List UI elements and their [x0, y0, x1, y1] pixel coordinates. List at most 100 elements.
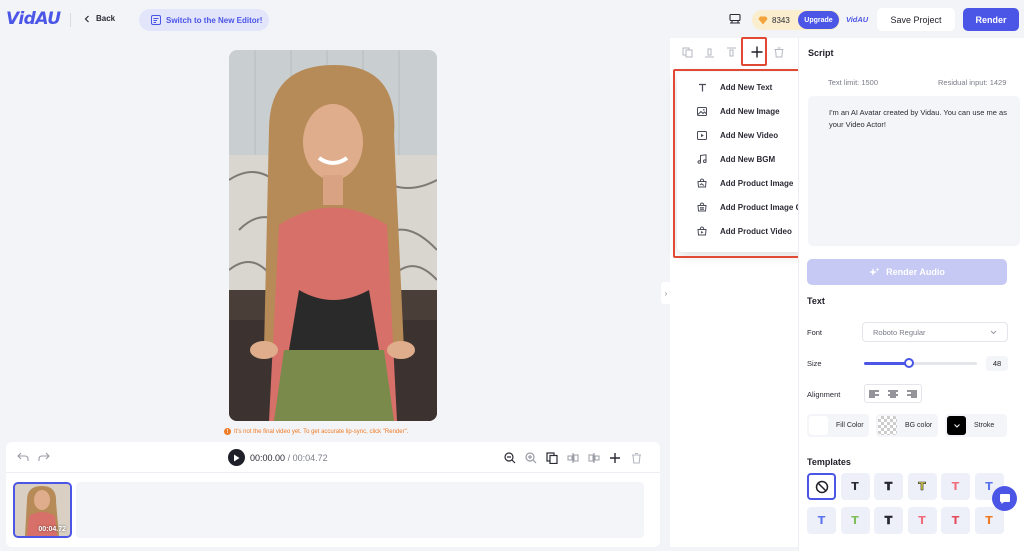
clip-duration: 00:04.72 — [38, 526, 66, 533]
switch-editor-button[interactable]: Switch to the New Editor! — [139, 9, 269, 31]
template-option[interactable]: T — [807, 507, 836, 534]
timeline-clip[interactable]: 00:04.72 — [13, 482, 72, 538]
diamond-icon — [758, 16, 768, 25]
split-right-icon[interactable] — [587, 451, 601, 465]
avatar-video-frame — [229, 50, 437, 421]
timeline-toolbar — [503, 451, 643, 465]
chevron-down-icon — [990, 330, 997, 335]
stroke-button[interactable]: Stroke — [945, 414, 1007, 437]
plan-badge: VidAU — [846, 15, 869, 24]
no-template-icon — [815, 480, 828, 493]
alignment-group — [864, 384, 922, 403]
credits-count: 8343 — [772, 15, 790, 25]
new-editor-icon — [151, 15, 161, 25]
fill-color-swatch — [809, 416, 828, 435]
stroke-swatch — [947, 416, 966, 435]
switch-editor-label: Switch to the New Editor! — [166, 15, 263, 25]
projects-icon[interactable] — [729, 13, 741, 25]
trash-icon[interactable] — [629, 451, 643, 465]
timeline-track[interactable] — [76, 482, 644, 538]
upgrade-button[interactable]: Upgrade — [798, 11, 839, 29]
save-project-button[interactable]: Save Project — [877, 8, 955, 31]
font-select[interactable]: Roboto Regular — [862, 322, 1008, 342]
sparkle-icon — [869, 267, 880, 278]
layer-toolbar — [680, 45, 786, 59]
redo-icon[interactable] — [38, 452, 50, 462]
template-glyph: T — [884, 480, 893, 494]
size-label: Size — [807, 359, 822, 368]
residual-input: Residual input: 1429 — [938, 78, 1007, 87]
template-glyph: T — [951, 514, 960, 527]
templates-title: Templates — [807, 457, 851, 467]
stroke-label: Stroke — [974, 422, 995, 429]
template-option[interactable]: T — [874, 507, 903, 534]
template-option[interactable]: T — [941, 507, 970, 534]
align-right-icon[interactable] — [906, 390, 917, 398]
chat-icon — [999, 493, 1010, 504]
undo-icon[interactable] — [17, 452, 29, 462]
template-glyph: T — [985, 514, 993, 527]
size-slider-fill — [864, 362, 910, 365]
alignment-label: Alignment — [807, 390, 841, 399]
warning-icon: ! — [224, 428, 231, 435]
text-limit: Text limit: 1500 — [828, 78, 879, 87]
template-none[interactable] — [807, 473, 836, 500]
script-title: Script — [808, 48, 834, 58]
current-time: 00:00.00 — [250, 453, 286, 463]
font-label: Font — [807, 328, 823, 337]
back-button[interactable]: Back — [84, 14, 115, 23]
render-audio-button[interactable]: Render Audio — [807, 259, 1007, 285]
template-option[interactable]: T — [941, 473, 970, 500]
template-glyph: T — [817, 514, 826, 527]
text-section-title: Text — [807, 296, 825, 306]
template-option[interactable]: T — [907, 473, 937, 500]
chevron-left-icon — [84, 15, 90, 23]
fill-color-button[interactable]: Fill Color — [807, 414, 869, 437]
back-label: Back — [96, 14, 116, 23]
template-option[interactable]: T — [840, 507, 870, 534]
delete-layer-icon[interactable] — [772, 45, 786, 59]
add-button-highlight — [741, 37, 767, 66]
size-value[interactable]: 48 — [986, 356, 1008, 371]
template-glyph: T — [918, 480, 926, 494]
template-glyph: T — [985, 480, 993, 493]
notice-text: It's not the final video yet. To get acc… — [234, 428, 409, 435]
script-text: I'm an AI Avatar created by Vidau. You c… — [829, 108, 1007, 129]
template-glyph: T — [951, 480, 960, 493]
align-bottom-icon[interactable] — [702, 45, 716, 59]
template-option[interactable]: T — [907, 507, 937, 534]
copy-layer-icon[interactable] — [680, 45, 694, 59]
video-preview[interactable] — [229, 50, 437, 421]
time-separator: / — [287, 453, 291, 463]
split-left-icon[interactable] — [566, 451, 580, 465]
align-center-icon[interactable] — [887, 390, 898, 398]
play-icon — [234, 454, 240, 461]
total-time: 00:04.72 — [292, 453, 328, 463]
collapse-panel-button[interactable]: › — [661, 282, 671, 304]
add-icon[interactable] — [608, 451, 622, 465]
zoom-in-icon[interactable] — [524, 451, 538, 465]
template-glyph: T — [918, 514, 926, 527]
zoom-out-icon[interactable] — [503, 451, 517, 465]
bg-color-label: BG color — [905, 422, 933, 429]
playback-time: 00:00.00 / 00:04.72 — [250, 453, 328, 463]
render-button[interactable]: Render — [963, 8, 1019, 31]
template-option[interactable]: T — [974, 507, 1004, 534]
render-audio-label: Render Audio — [886, 267, 945, 277]
app-logo[interactable]: VidAU — [6, 9, 61, 29]
timeline-divider — [6, 472, 660, 473]
credits-badge: 8343 Upgrade — [752, 10, 840, 30]
chat-support-button[interactable] — [992, 486, 1017, 511]
play-button[interactable] — [228, 449, 245, 466]
align-left-icon[interactable] — [869, 390, 880, 398]
font-value: Roboto Regular — [873, 327, 926, 337]
header-divider — [70, 13, 71, 27]
align-top-icon[interactable] — [724, 45, 738, 59]
duplicate-icon[interactable] — [545, 451, 559, 465]
render-notice: ! It's not the final video yet. To get a… — [224, 428, 408, 435]
chevron-down-icon — [953, 423, 960, 428]
template-option[interactable]: T — [840, 473, 870, 500]
bg-color-button[interactable]: BG color — [876, 414, 938, 437]
template-option[interactable]: T — [874, 473, 903, 500]
template-glyph: T — [851, 480, 859, 493]
